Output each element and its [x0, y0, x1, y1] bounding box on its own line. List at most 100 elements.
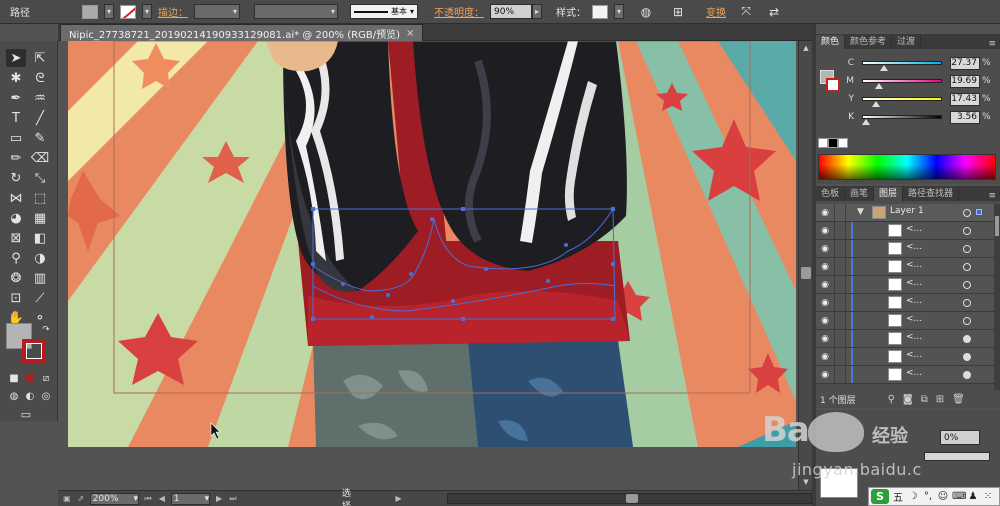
- lower-panel-slider[interactable]: [924, 452, 990, 461]
- layer-selection-indicator[interactable]: [976, 209, 982, 215]
- screen-mode-icon[interactable]: ▭: [16, 405, 36, 423]
- artboard-number-field[interactable]: 1 ▾: [170, 492, 211, 505]
- tab-swatches[interactable]: 色板: [816, 187, 846, 201]
- zoom-dropdown[interactable]: 200% ▾: [89, 492, 139, 505]
- next-artboard-icon[interactable]: ▶: [214, 494, 224, 503]
- black-swatch[interactable]: [828, 138, 838, 148]
- scroll-up-icon[interactable]: ▲: [801, 43, 811, 53]
- stroke-weight-label[interactable]: 描边：: [158, 4, 188, 19]
- visibility-eye-icon[interactable]: ◉: [819, 334, 831, 344]
- sublayer-name[interactable]: <...: [906, 260, 922, 270]
- slider-knob-icon[interactable]: [862, 119, 871, 125]
- punctuation-icon[interactable]: °,: [922, 491, 934, 502]
- fill-dropdown[interactable]: ▾: [104, 4, 114, 19]
- channel-slider[interactable]: [862, 79, 942, 89]
- lock-toggle[interactable]: [834, 348, 846, 365]
- eyedropper-tool-icon[interactable]: ⚲: [6, 249, 26, 267]
- create-sublayer-icon[interactable]: ⧉: [921, 394, 928, 405]
- layer-name[interactable]: Layer 1: [890, 206, 924, 216]
- slider-knob-icon[interactable]: [880, 65, 889, 71]
- channel-value-field[interactable]: 3.56: [950, 110, 980, 124]
- tab-transparency[interactable]: 过渡: [892, 35, 922, 49]
- opacity-dropdown[interactable]: ▸: [532, 4, 542, 19]
- color-spectrum[interactable]: [818, 154, 996, 180]
- control-menu-icon[interactable]: ⇄: [766, 4, 782, 20]
- layers-scrollbar[interactable]: [994, 204, 1000, 390]
- align-icon[interactable]: ⊞: [670, 4, 686, 20]
- graphic-style-swatch[interactable]: [592, 4, 608, 19]
- recolor-artwork-icon[interactable]: ◍: [638, 4, 654, 20]
- selection-tool-icon[interactable]: ➤: [6, 49, 26, 67]
- white-swatch[interactable]: [838, 138, 848, 148]
- sublayer-name[interactable]: <...: [906, 296, 922, 306]
- sublayer-target-icon[interactable]: [963, 263, 971, 271]
- lock-toggle[interactable]: [834, 258, 846, 275]
- sublayer-name[interactable]: <...: [906, 278, 922, 288]
- sublayer-row[interactable]: ◉ <...: [816, 366, 994, 384]
- expand-triangle-icon[interactable]: ▼: [857, 207, 864, 217]
- horizontal-scroll-thumb[interactable]: [626, 494, 639, 503]
- sublayer-target-icon[interactable]: [963, 335, 971, 343]
- sublayer-target-icon[interactable]: [963, 245, 971, 253]
- magic-wand-tool-icon[interactable]: ✱: [6, 69, 26, 87]
- sublayer-name[interactable]: <...: [906, 242, 922, 252]
- stroke-color-box[interactable]: [22, 339, 46, 363]
- slice-tool-icon[interactable]: ⟋: [30, 289, 50, 307]
- sublayer-row[interactable]: ◉ <...: [816, 348, 994, 366]
- layers-scroll-thumb[interactable]: [995, 216, 999, 236]
- shape-builder-tool-icon[interactable]: ◕: [6, 209, 26, 227]
- opacity-field[interactable]: 90%: [490, 4, 532, 19]
- lock-toggle[interactable]: [834, 330, 846, 347]
- isolate-icon[interactable]: ⤧: [738, 4, 754, 20]
- gradient-tool-icon[interactable]: ◧: [30, 229, 50, 247]
- sublayer-row[interactable]: ◉ <...: [816, 294, 994, 312]
- visibility-eye-icon[interactable]: ◉: [819, 208, 831, 218]
- visibility-eye-icon[interactable]: ◉: [819, 244, 831, 254]
- rotate-tool-icon[interactable]: ↻: [6, 169, 26, 187]
- locate-object-icon[interactable]: ⚲: [888, 394, 895, 405]
- eraser-tool-icon[interactable]: ⌫: [30, 149, 50, 167]
- lock-toggle[interactable]: [834, 312, 846, 329]
- visibility-eye-icon[interactable]: ◉: [819, 262, 831, 272]
- mesh-tool-icon[interactable]: ⊠: [6, 229, 26, 247]
- document-tab[interactable]: Nipic_27738721_20190214190933129081.ai* …: [60, 24, 424, 41]
- canvas[interactable]: [58, 41, 798, 490]
- visibility-eye-icon[interactable]: ◉: [819, 226, 831, 236]
- first-artboard-icon[interactable]: ⏮: [143, 494, 153, 504]
- sublayer-target-icon[interactable]: [963, 353, 971, 361]
- panel-menu-icon[interactable]: ≡: [988, 39, 1000, 49]
- scale-tool-icon[interactable]: ⤡: [30, 169, 50, 187]
- new-layer-icon[interactable]: ⊞: [936, 394, 944, 405]
- sublayer-name[interactable]: <...: [906, 332, 922, 342]
- sublayer-name[interactable]: <...: [906, 350, 922, 360]
- export-icon[interactable]: ⇗: [76, 494, 86, 503]
- lock-toggle[interactable]: [834, 366, 846, 383]
- sublayer-target-icon[interactable]: [963, 317, 971, 325]
- opacity-label[interactable]: 不透明度：: [434, 4, 484, 19]
- draw-inside-icon[interactable]: ◎: [36, 387, 56, 405]
- keyboard-icon[interactable]: ⌨: [952, 491, 966, 502]
- slider-knob-icon[interactable]: [872, 101, 881, 107]
- close-icon[interactable]: ×: [406, 28, 414, 39]
- stroke-style-dropdown[interactable]: 基本 ▾: [350, 4, 418, 19]
- tab-brushes[interactable]: 画笔: [845, 187, 875, 201]
- horizontal-scrollbar[interactable]: [447, 493, 812, 504]
- sublayer-name[interactable]: <...: [906, 224, 922, 234]
- last-artboard-icon[interactable]: ⏭: [228, 494, 238, 504]
- visibility-eye-icon[interactable]: ◉: [819, 370, 831, 380]
- sublayer-row[interactable]: ◉ <...: [816, 222, 994, 240]
- sublayer-name[interactable]: <...: [906, 314, 922, 324]
- shirt-icon[interactable]: ♟: [967, 491, 979, 502]
- lock-toggle[interactable]: [834, 204, 846, 221]
- sublayer-row[interactable]: ◉ <...: [816, 330, 994, 348]
- layer-row[interactable]: ◉ ▼ Layer 1: [816, 204, 994, 222]
- slider-knob-icon[interactable]: [874, 83, 883, 89]
- channel-value-field[interactable]: 17.43: [950, 92, 980, 106]
- variable-width-dropdown[interactable]: ▾: [254, 4, 338, 19]
- moon-icon[interactable]: ☽: [907, 491, 919, 502]
- none-mode-icon[interactable]: ⧄: [36, 369, 56, 387]
- stroke-swatch[interactable]: [120, 4, 136, 19]
- visibility-eye-icon[interactable]: ◉: [819, 280, 831, 290]
- none-swatch[interactable]: [818, 138, 828, 148]
- ime-mode[interactable]: 五: [892, 489, 904, 504]
